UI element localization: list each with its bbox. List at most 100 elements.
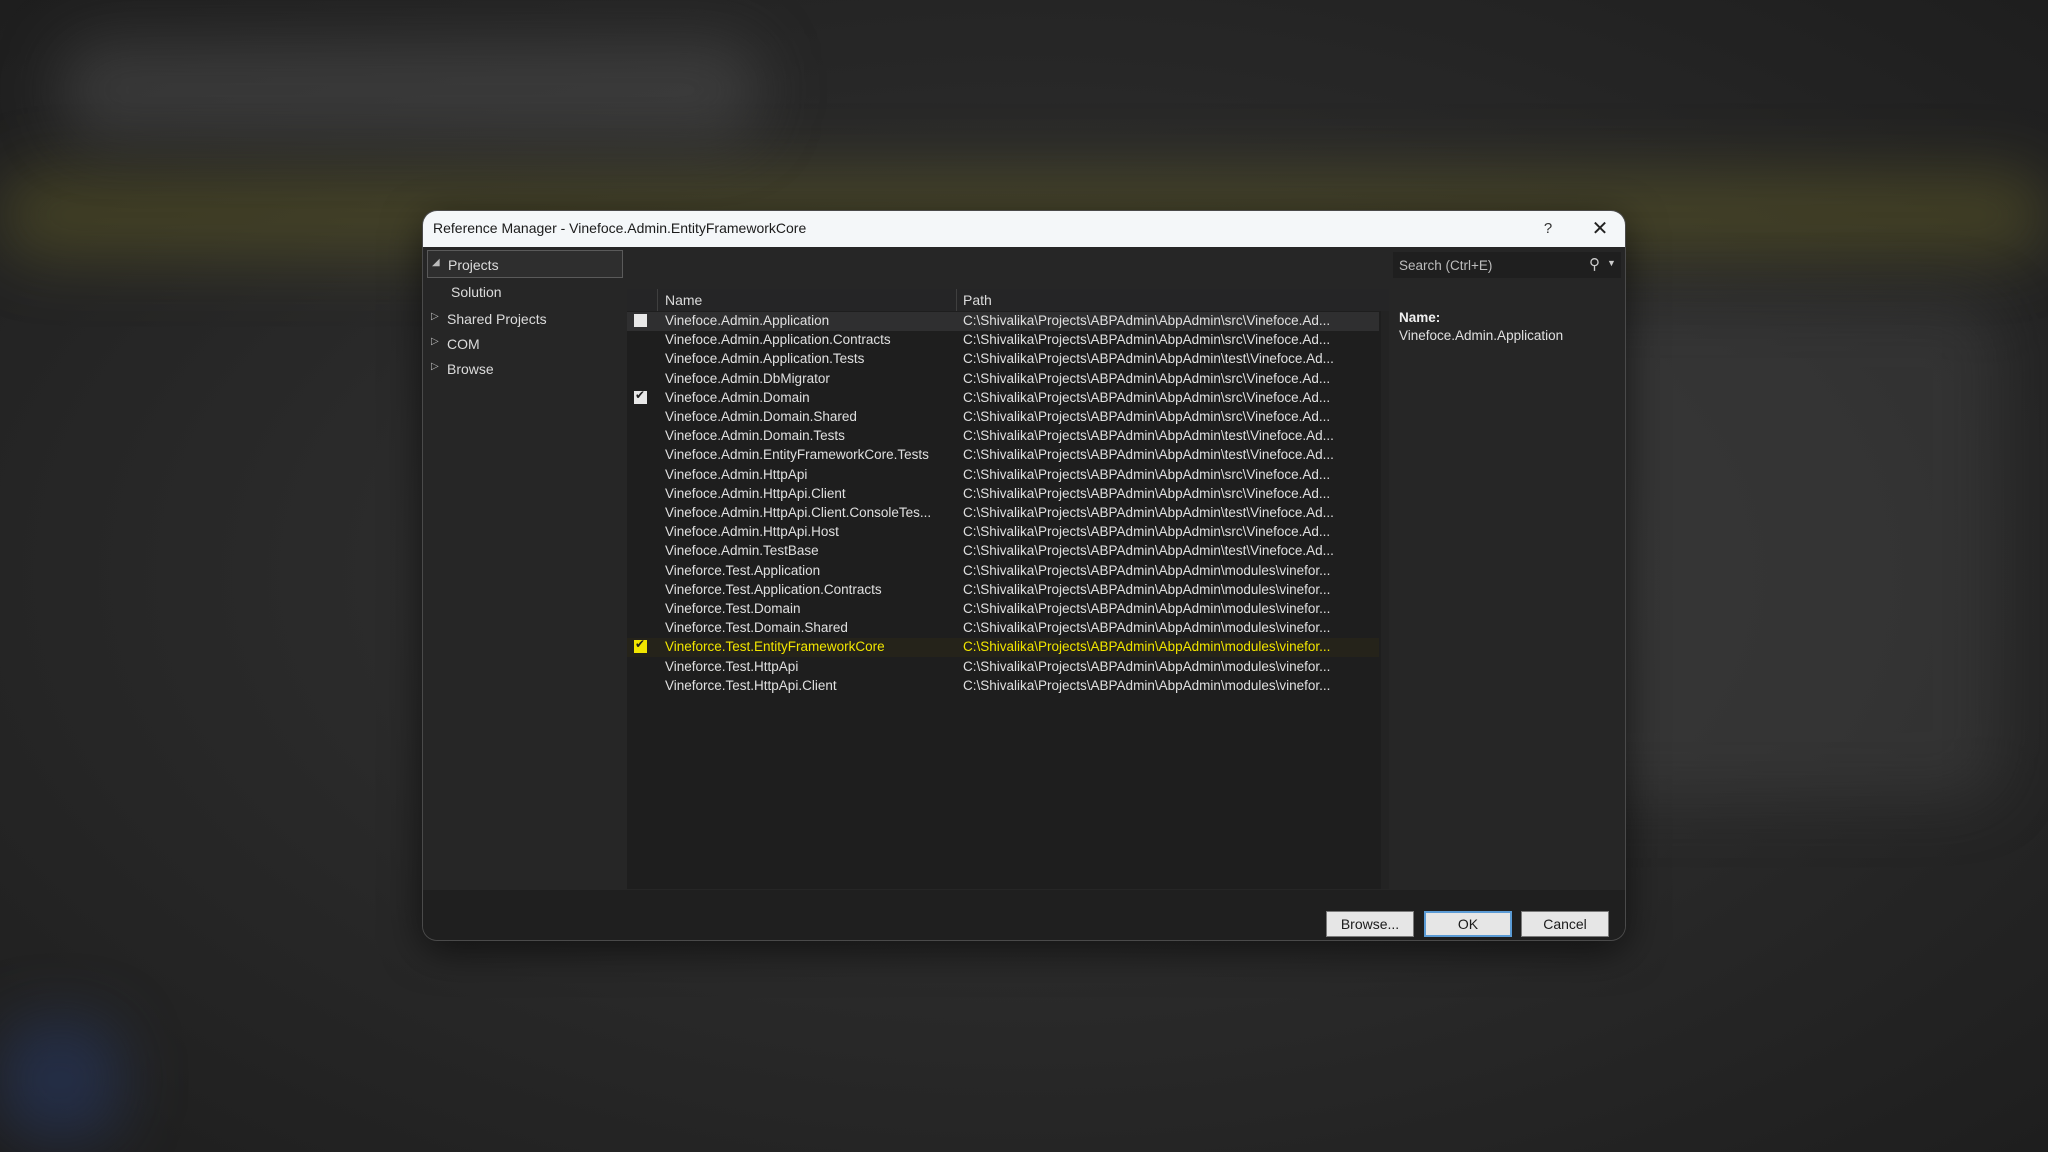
- project-name: Vineforce.Test.HttpApi.Client: [665, 677, 837, 693]
- window-title: Reference Manager - Vinefoce.Admin.Entit…: [433, 220, 807, 236]
- table-row[interactable]: Vinefoce.Admin.Domain.Shared C:\Shivalika…: [627, 408, 1379, 427]
- project-name: Vinefoce.Admin.Domain.Tests: [665, 428, 845, 444]
- expanded-arrow-icon[interactable]: ◢: [432, 257, 440, 268]
- help-button[interactable]: ?: [1536, 218, 1560, 240]
- sidebar-item-label: Browse: [447, 361, 494, 377]
- sidebar-item-browse[interactable]: ▷ Browse: [427, 355, 623, 383]
- project-name: Vinefoce.Admin.Domain.Shared: [665, 409, 857, 424]
- project-path: C:\Shivalika\Projects\ABPAdmin\AbpAdmin\…: [963, 620, 1331, 636]
- reference-checkbox[interactable]: [634, 637, 647, 654]
- sidebar-item-label: Shared Projects: [447, 311, 547, 327]
- project-name: Vinefoce.Admin.Application: [665, 313, 830, 328]
- background-shape: [60, 40, 760, 140]
- table-row[interactable]: Vinefoce.Admin.EntityFrameworkCore.Tests…: [627, 446, 1379, 465]
- table-row[interactable]: Vinefoce.Admin.Application.Contracts C:\S…: [627, 331, 1379, 350]
- collapsed-arrow-icon[interactable]: ▷: [431, 311, 439, 322]
- project-path: C:\Shivalika\Projects\ABPAdmin\AbpAdmin\…: [963, 505, 1334, 520]
- sidebar-item-solution[interactable]: Solution: [427, 278, 623, 306]
- table-row[interactable]: Vineforce.Test.Application C:\Shivalika\P…: [627, 562, 1379, 581]
- project-path: C:\Shivalika\Projects\ABPAdmin\AbpAdmin\…: [963, 677, 1331, 693]
- details-panel: Search (Ctrl+E) ⚲ ▼ Name: Vinefoce.Admin…: [1389, 247, 1625, 890]
- table-row[interactable]: Vineforce.Test.Domain C:\Shivalika\Projec…: [627, 600, 1379, 619]
- vertical-scrollbar[interactable]: [1381, 311, 1389, 889]
- project-path: C:\Shivalika\Projects\ABPAdmin\AbpAdmin\…: [963, 313, 1331, 328]
- project-name: Vinefoce.Admin.EntityFrameworkCore.Tests: [665, 447, 929, 463]
- project-name: Vineforce.Test.EntityFrameworkCore: [665, 639, 885, 655]
- project-name: Vinefoce.Admin.HttpApi: [665, 466, 808, 482]
- chevron-down-icon[interactable]: ▼: [1607, 258, 1616, 268]
- table-row[interactable]: Vineforce.Test.EntityFrameworkCore C:\Shi…: [627, 637, 1379, 658]
- project-name: Vinefoce.Admin.Domain: [665, 389, 810, 405]
- project-name: Vinefoce.Admin.HttpApi.Client: [665, 485, 846, 501]
- sidebar-item-label: Projects: [448, 257, 499, 273]
- project-path: C:\Shivalika\Projects\ABPAdmin\AbpAdmin\…: [963, 485, 1331, 501]
- project-path: C:\Shivalika\Projects\ABPAdmin\AbpAdmin\…: [963, 428, 1334, 444]
- project-name: Vinefoce.Admin.HttpApi.Client.ConsoleTes…: [665, 505, 932, 520]
- project-name: Vineforce.Test.Application.Contracts: [665, 581, 882, 597]
- table-row[interactable]: Vinefoce.Admin.Domain C:\Shivalika\Projec…: [627, 388, 1379, 408]
- table-row[interactable]: Vinefoce.Admin.HttpApi.Client C:\Shivalik…: [627, 485, 1379, 504]
- project-path: C:\Shivalika\Projects\ABPAdmin\AbpAdmin\…: [963, 601, 1331, 616]
- project-path: C:\Shivalika\Projects\ABPAdmin\AbpAdmin\…: [963, 447, 1334, 463]
- project-path: C:\Shivalika\Projects\ABPAdmin\AbpAdmin\…: [963, 466, 1331, 482]
- project-path: C:\Shivalika\Projects\ABPAdmin\AbpAdmin\…: [963, 351, 1334, 367]
- project-name: Vineforce.Test.Domain: [665, 601, 801, 616]
- table-row[interactable]: Vinefoce.Admin.Application C:\Shivalika\P…: [627, 312, 1379, 331]
- reference-manager-dialog: Reference Manager - Vinefoce.Admin.Entit…: [423, 211, 1625, 940]
- project-path: C:\Shivalika\Projects\ABPAdmin\AbpAdmin\…: [963, 581, 1331, 597]
- detail-name-label: Name:: [1399, 310, 1441, 325]
- detail-name-value: Vinefoce.Admin.Application: [1399, 328, 1564, 343]
- project-name: Vinefoce.Admin.Application.Contracts: [665, 332, 891, 348]
- project-name: Vinefoce.Admin.HttpApi.Host: [665, 524, 839, 540]
- project-path: C:\Shivalika\Projects\ABPAdmin\AbpAdmin\…: [963, 389, 1331, 405]
- dialog-footer: Browse... OK Cancel: [423, 890, 1625, 940]
- table-row[interactable]: Vineforce.Test.HttpApi C:\Shivalika\Proje…: [627, 658, 1379, 677]
- browse-button[interactable]: Browse...: [1326, 911, 1414, 937]
- search-input[interactable]: Search (Ctrl+E): [1399, 258, 1492, 273]
- column-header-name[interactable]: Name: [658, 289, 956, 311]
- project-path: C:\Shivalika\Projects\ABPAdmin\AbpAdmin\…: [963, 524, 1331, 540]
- table-row[interactable]: Vineforce.Test.Domain.Shared C:\Shivalika…: [627, 619, 1379, 638]
- project-name: Vinefoce.Admin.DbMigrator: [665, 370, 830, 386]
- table-row[interactable]: Vinefoce.Admin.HttpApi.Client.ConsoleTes…: [627, 504, 1379, 523]
- close-button[interactable]: ✕: [1587, 216, 1613, 242]
- search-box[interactable]: Search (Ctrl+E) ⚲ ▼: [1393, 252, 1621, 278]
- project-path: C:\Shivalika\Projects\ABPAdmin\AbpAdmin\…: [963, 562, 1331, 578]
- project-path: C:\Shivalika\Projects\ABPAdmin\AbpAdmin\…: [963, 639, 1331, 655]
- category-tree: ◢ Projects Solution ▷ Shared Projects ▷ COM ▷ Br…: [423, 247, 623, 890]
- cancel-button[interactable]: Cancel: [1521, 911, 1609, 937]
- project-path: C:\Shivalika\Projects\ABPAdmin\AbpAdmin\…: [963, 332, 1331, 348]
- column-header-checkbox: [627, 289, 657, 311]
- project-name: Vinefoce.Admin.TestBase: [665, 543, 819, 559]
- reference-list: Name Path Vinefoce.Admin.Application C:\S…: [627, 289, 1389, 889]
- table-row[interactable]: Vineforce.Test.Application.Contracts C:\S…: [627, 581, 1379, 600]
- sidebar-item-label: Solution: [451, 284, 502, 300]
- column-header-path-label: Path: [963, 292, 992, 308]
- table-row[interactable]: Vinefoce.Admin.DbMigrator C:\Shivalika\Pr…: [627, 370, 1379, 389]
- sidebar-item-projects[interactable]: ◢ Projects: [427, 250, 623, 278]
- table-row[interactable]: Vinefoce.Admin.HttpApi.Host C:\Shivalika\…: [627, 523, 1379, 542]
- reference-checkbox[interactable]: [634, 314, 647, 327]
- collapsed-arrow-icon[interactable]: ▷: [431, 361, 439, 372]
- table-row[interactable]: Vineforce.Test.HttpApi.Client C:\Shivalik…: [627, 677, 1379, 696]
- project-path: C:\Shivalika\Projects\ABPAdmin\AbpAdmin\…: [963, 658, 1331, 674]
- table-row[interactable]: Vinefoce.Admin.TestBase C:\Shivalika\Proj…: [627, 542, 1379, 561]
- table-row[interactable]: Vinefoce.Admin.HttpApi C:\Shivalika\Proje…: [627, 466, 1379, 485]
- table-row[interactable]: Vinefoce.Admin.Application.Tests C:\Shiva…: [627, 350, 1379, 369]
- project-path: C:\Shivalika\Projects\ABPAdmin\AbpAdmin\…: [963, 370, 1331, 386]
- column-header-name-label: Name: [665, 292, 703, 308]
- sidebar-item-com[interactable]: ▷ COM: [427, 330, 623, 358]
- project-name: Vineforce.Test.Application: [665, 562, 821, 578]
- sidebar-item-label: COM: [447, 336, 480, 352]
- column-header-path[interactable]: Path: [957, 289, 1389, 311]
- title-bar: Reference Manager - Vinefoce.Admin.Entit…: [423, 211, 1625, 247]
- table-row[interactable]: Vinefoce.Admin.Domain.Tests C:\Shivalika\…: [627, 427, 1379, 446]
- sidebar-item-shared-projects[interactable]: ▷ Shared Projects: [427, 305, 623, 333]
- reference-checkbox[interactable]: [634, 388, 647, 404]
- search-icon[interactable]: ⚲: [1589, 255, 1600, 273]
- project-name: Vineforce.Test.HttpApi: [665, 658, 799, 674]
- background-shape: [0, 1020, 120, 1140]
- project-name: Vinefoce.Admin.Application.Tests: [665, 351, 865, 367]
- collapsed-arrow-icon[interactable]: ▷: [431, 336, 439, 347]
- ok-button[interactable]: OK: [1424, 911, 1512, 937]
